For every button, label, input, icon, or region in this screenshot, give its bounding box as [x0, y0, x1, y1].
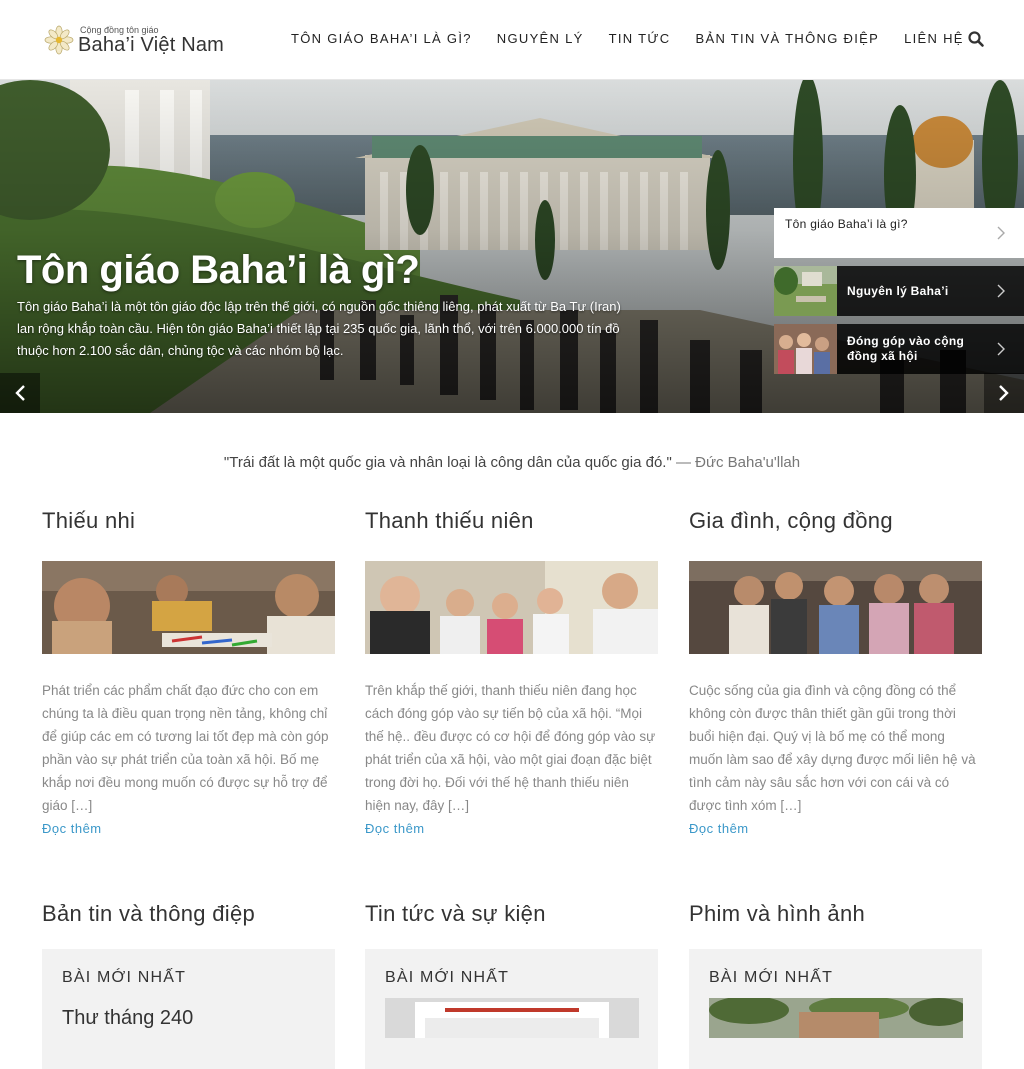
read-more-link[interactable]: Đọc thêm [365, 821, 425, 836]
latest-posts-box: Bài mới nhất [689, 949, 982, 1069]
section-media: Phim và hình ảnh Bài mới nhất [689, 901, 982, 1069]
slider-prev-button[interactable] [0, 373, 40, 413]
read-more-link[interactable]: Đọc thêm [689, 821, 749, 836]
slider-tab-what-is-bahai[interactable]: Tôn giáo Baha’i là gì? [774, 208, 1024, 258]
quote-author: — Đức Baha'u'llah [671, 454, 801, 471]
search-icon[interactable] [967, 30, 985, 48]
column-youth: Thanh thiếu niên Trên khắp thế giới, tha… [365, 508, 658, 848]
nav-item-news[interactable]: Tin tức [609, 31, 671, 46]
column-excerpt: Trên khắp thế giới, thanh thiếu niên đan… [365, 683, 656, 813]
chevron-right-icon [997, 226, 1005, 240]
read-more-link[interactable]: Đọc thêm [42, 821, 102, 836]
column-title[interactable]: Gia đình, cộng đồng [689, 508, 982, 538]
flower-logo-icon [44, 25, 74, 55]
slider-tab-label: Đóng góp vào cộng đồng xã hội [847, 334, 965, 363]
section-title[interactable]: Bản tin và thông điệp [42, 901, 335, 927]
section-title[interactable]: Tin tức và sự kiện [365, 901, 658, 927]
column-excerpt: Cuộc sống của gia đình và cộng đồng có t… [689, 683, 976, 813]
slider-tab-thumbnail [774, 266, 837, 316]
nav-item-bulletins[interactable]: Bản tin và thông điệp [696, 31, 880, 46]
hero-description: Tôn giáo Baha’i là một tôn giáo độc lập … [17, 299, 621, 358]
slider-tab-label: Nguyên lý Baha’i [847, 283, 949, 298]
section-title[interactable]: Phim và hình ảnh [689, 901, 982, 927]
latest-post-title[interactable]: Thư tháng 240 [62, 1007, 315, 1030]
section-news-events: Tin tức và sự kiện Bài mới nhất [365, 901, 658, 1069]
latest-post-thumbnail[interactable] [385, 998, 639, 1038]
latest-posts-box: Bài mới nhất Thư tháng 240 [42, 949, 335, 1069]
section-bulletins: Bản tin và thông điệp Bài mới nhất Thư t… [42, 901, 335, 1069]
latest-posts-heading: Bài mới nhất [62, 969, 187, 986]
logo-title: Baha’i Việt Nam [78, 33, 225, 56]
hero-title: Tôn giáo Baha’i là gì? [17, 248, 420, 292]
chevron-right-icon [997, 284, 1005, 298]
site-logo[interactable]: Cộng đồng tôn giáo Baha’i Việt Nam [44, 22, 224, 58]
column-image[interactable] [365, 561, 658, 654]
column-title[interactable]: Thanh thiếu niên [365, 508, 658, 538]
nav-item-what-is-bahai[interactable]: Tôn giáo Baha’i là gì? [291, 31, 472, 46]
slider-tabs: Tôn giáo Baha’i là gì? Nguyên lý Baha’i [774, 208, 1024, 382]
chevron-left-icon [15, 385, 25, 401]
column-image[interactable] [689, 561, 982, 654]
column-children: Thiếu nhi Phát triển các phẩm chất đạo đ… [42, 508, 335, 848]
latest-posts-heading: Bài mới nhất [385, 969, 510, 986]
column-family: Gia đình, cộng đồng Cuộc sống của gia đì… [689, 508, 982, 848]
site-header: Cộng đồng tôn giáo Baha’i Việt Nam Tôn g… [0, 0, 1024, 80]
main-nav: Tôn giáo Baha’i là gì? Nguyên lý Tin tức… [291, 30, 989, 48]
latest-post-thumbnail[interactable] [709, 996, 969, 1038]
slider-tab-label: Tôn giáo Baha’i là gì? [785, 216, 908, 231]
slider-tab-principles[interactable]: Nguyên lý Baha’i [774, 266, 1024, 316]
chevron-right-icon [997, 342, 1005, 356]
latest-posts-box: Bài mới nhất [365, 949, 658, 1069]
quote-text: "Trái đất là một quốc gia và nhân loại l… [223, 454, 672, 471]
latest-posts-heading: Bài mới nhất [709, 969, 834, 986]
nav-item-principles[interactable]: Nguyên lý [497, 31, 584, 46]
column-image[interactable] [42, 561, 335, 654]
nav-item-contact[interactable]: Liên hệ [904, 31, 964, 46]
hero-slider: Tôn giáo Baha’i là gì? Tôn giáo Baha’i l… [0, 80, 1024, 413]
chevron-right-icon [999, 385, 1009, 401]
featured-quote: "Trái đất là một quốc gia và nhân loại l… [0, 454, 1024, 471]
column-excerpt: Phát triển các phẩm chất đạo đức cho con… [42, 683, 329, 813]
slider-tab-thumbnail [774, 324, 837, 374]
column-title[interactable]: Thiếu nhi [42, 508, 335, 538]
slider-tab-community[interactable]: Đóng góp vào cộng đồng xã hội [774, 324, 1024, 374]
